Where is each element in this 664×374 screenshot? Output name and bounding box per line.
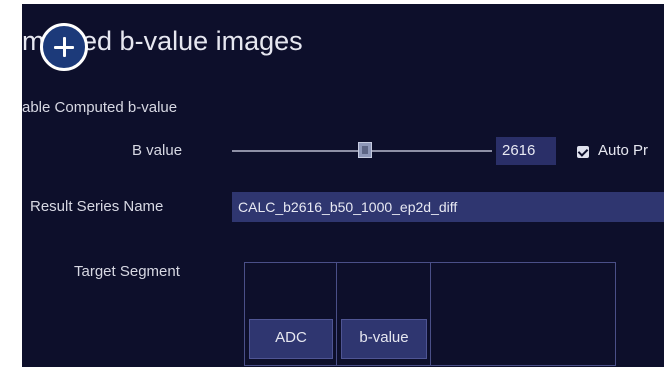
bvalue-input[interactable]: 2616 [496,137,556,165]
computed-bvalue-panel: mputed b-value images able Computed b-va… [22,4,664,367]
result-series-name-label: Result Series Name [30,198,164,215]
app-panel: mputed b-value images able Computed b-va… [0,0,664,374]
enable-computed-bvalue-label[interactable]: able Computed b-value [22,99,177,116]
plus-icon[interactable] [40,23,88,71]
bvalue-label: B value [132,142,183,159]
auto-checkbox-label[interactable]: Auto Pr [598,142,648,159]
segment-adc-button[interactable]: ADC [249,319,333,359]
target-segment-grid: ADC b-value [244,262,616,366]
result-series-name-input[interactable]: CALC_b2616_b50_1000_ep2d_diff [232,192,664,222]
auto-checkbox[interactable] [577,146,589,158]
bvalue-slider-thumb[interactable] [358,142,372,158]
target-segment-label: Target Segment [74,263,180,280]
segment-bvalue-button[interactable]: b-value [341,319,427,359]
